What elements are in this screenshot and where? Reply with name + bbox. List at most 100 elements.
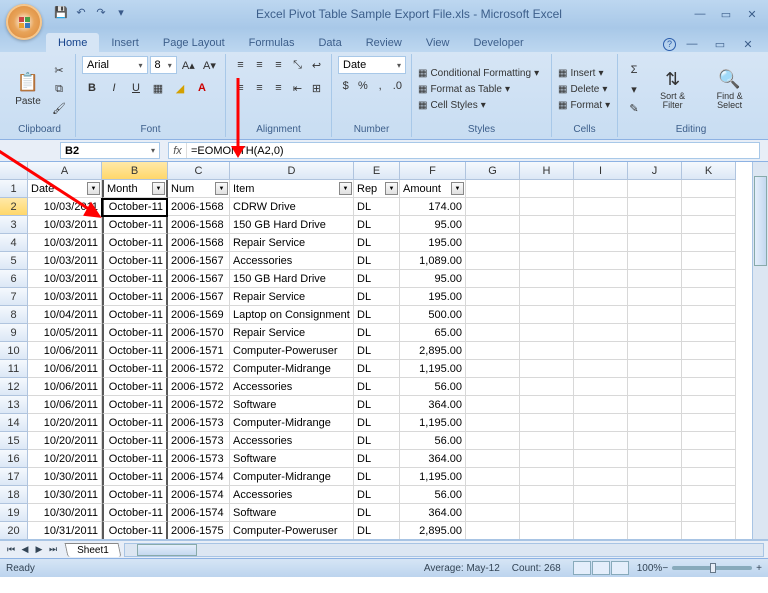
italic-button[interactable]: I: [104, 79, 124, 97]
name-box[interactable]: B2▾: [60, 142, 160, 159]
cell[interactable]: October-11: [102, 468, 168, 486]
cell[interactable]: 10/30/2011: [28, 468, 102, 486]
fx-button[interactable]: fx: [169, 143, 187, 158]
cell[interactable]: DL: [354, 234, 400, 252]
cell[interactable]: 95.00: [400, 216, 466, 234]
cell[interactable]: [466, 486, 520, 504]
cell[interactable]: October-11: [102, 414, 168, 432]
cell[interactable]: [466, 288, 520, 306]
currency-button[interactable]: $: [338, 77, 353, 95]
cell[interactable]: [520, 450, 574, 468]
horizontal-scrollbar[interactable]: [124, 543, 764, 557]
column-header[interactable]: G: [466, 162, 520, 180]
cell[interactable]: 10/03/2011: [28, 234, 102, 252]
office-button[interactable]: [6, 4, 42, 40]
cell[interactable]: [682, 522, 736, 540]
cell[interactable]: [466, 198, 520, 216]
cell[interactable]: [628, 216, 682, 234]
row-header[interactable]: 6: [0, 270, 28, 288]
row-header[interactable]: 5: [0, 252, 28, 270]
cell[interactable]: [628, 432, 682, 450]
cell[interactable]: October-11: [102, 450, 168, 468]
cell[interactable]: 2006-1567: [168, 252, 230, 270]
cell[interactable]: 10/06/2011: [28, 396, 102, 414]
cell[interactable]: 10/20/2011: [28, 432, 102, 450]
column-header[interactable]: C: [168, 162, 230, 180]
cell[interactable]: [466, 324, 520, 342]
cell[interactable]: 10/31/2011: [28, 522, 102, 540]
cell[interactable]: [682, 504, 736, 522]
cell[interactable]: Accessories: [230, 378, 354, 396]
clear-button[interactable]: ✎: [624, 99, 644, 117]
copy-button[interactable]: ⧉: [49, 80, 69, 98]
cell[interactable]: [682, 486, 736, 504]
cell[interactable]: [520, 216, 574, 234]
cell[interactable]: 1,089.00: [400, 252, 466, 270]
sheet-nav-next[interactable]: ▶: [32, 544, 46, 555]
cell[interactable]: DL: [354, 324, 400, 342]
cell[interactable]: [682, 432, 736, 450]
view-page-break-button[interactable]: [611, 561, 629, 575]
cell[interactable]: DL: [354, 306, 400, 324]
qat-undo-icon[interactable]: ↶: [72, 3, 90, 21]
qat-dropdown-icon[interactable]: ▾: [112, 3, 130, 21]
vertical-scrollbar[interactable]: [752, 162, 768, 539]
cell[interactable]: 10/03/2011: [28, 270, 102, 288]
border-button[interactable]: ▦: [148, 79, 168, 97]
row-header[interactable]: 10: [0, 342, 28, 360]
cell[interactable]: [520, 252, 574, 270]
cell[interactable]: [682, 216, 736, 234]
cell[interactable]: [574, 252, 628, 270]
sheet-tab-active[interactable]: Sheet1: [65, 543, 122, 557]
cell[interactable]: [574, 324, 628, 342]
sheet-nav-prev[interactable]: ◀: [18, 544, 32, 555]
cell[interactable]: [574, 396, 628, 414]
cell[interactable]: [628, 522, 682, 540]
cell[interactable]: 2006-1573: [168, 450, 230, 468]
cell[interactable]: [520, 396, 574, 414]
cell[interactable]: [520, 324, 574, 342]
number-format-combo[interactable]: Date▾: [338, 56, 406, 74]
cell[interactable]: [682, 180, 736, 198]
cell[interactable]: [682, 360, 736, 378]
cell[interactable]: [520, 432, 574, 450]
column-header-cell[interactable]: Item▼: [230, 180, 354, 198]
cell[interactable]: [628, 486, 682, 504]
cell[interactable]: [574, 522, 628, 540]
cell[interactable]: [466, 234, 520, 252]
tab-home[interactable]: Home: [46, 33, 99, 52]
cell[interactable]: [466, 270, 520, 288]
cell[interactable]: [682, 234, 736, 252]
cell[interactable]: October-11: [102, 252, 168, 270]
scrollbar-thumb[interactable]: [754, 176, 767, 266]
cell[interactable]: [520, 288, 574, 306]
percent-button[interactable]: %: [355, 77, 370, 95]
cell[interactable]: [682, 288, 736, 306]
cell[interactable]: Accessories: [230, 252, 354, 270]
cell[interactable]: [682, 198, 736, 216]
cell[interactable]: 56.00: [400, 432, 466, 450]
cell[interactable]: 2006-1572: [168, 378, 230, 396]
cell[interactable]: [574, 468, 628, 486]
row-header[interactable]: 13: [0, 396, 28, 414]
cell[interactable]: 2,895.00: [400, 522, 466, 540]
cell-styles-button[interactable]: ▦ Cell Styles ▾: [418, 100, 486, 111]
cell[interactable]: October-11: [102, 360, 168, 378]
cell[interactable]: [466, 450, 520, 468]
align-center-button[interactable]: ≡: [251, 79, 268, 97]
column-header[interactable]: E: [354, 162, 400, 180]
cell[interactable]: Software: [230, 396, 354, 414]
cell[interactable]: [466, 378, 520, 396]
zoom-level[interactable]: 100%: [637, 563, 663, 574]
cell[interactable]: [628, 414, 682, 432]
tab-insert[interactable]: Insert: [99, 33, 151, 52]
cell[interactable]: [520, 306, 574, 324]
cell[interactable]: 10/03/2011: [28, 288, 102, 306]
cell[interactable]: [520, 414, 574, 432]
delete-cells-button[interactable]: ▦ Delete ▾: [558, 84, 607, 95]
font-size-combo[interactable]: 8▾: [150, 56, 177, 74]
row-header[interactable]: 18: [0, 486, 28, 504]
tab-developer[interactable]: Developer: [461, 33, 535, 52]
tab-formulas[interactable]: Formulas: [237, 33, 307, 52]
column-header[interactable]: H: [520, 162, 574, 180]
